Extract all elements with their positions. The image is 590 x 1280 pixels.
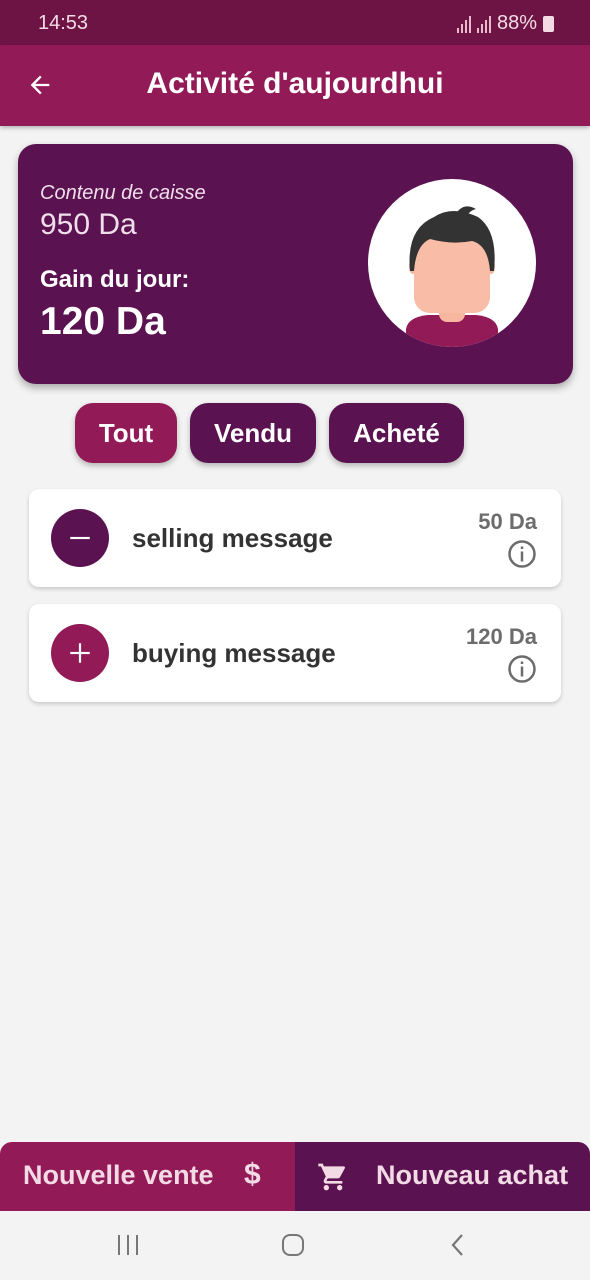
signal-icon (456, 15, 473, 33)
new-sale-label: Nouvelle vente (23, 1160, 214, 1190)
status-time: 14:53 (38, 12, 89, 34)
cash-value: 950 Da (40, 208, 137, 241)
info-icon[interactable] (507, 654, 537, 684)
avatar (368, 179, 536, 347)
filter-bought-button[interactable]: Acheté (329, 403, 464, 463)
chevron-left-icon (451, 1234, 463, 1256)
minus-icon (51, 509, 109, 567)
new-purchase-button[interactable]: Nouveau achat (295, 1142, 590, 1211)
battery-percent: 88% (496, 12, 537, 34)
status-bar: 14:53 88% (0, 0, 590, 45)
list-item[interactable]: selling message 50 Da (29, 489, 561, 587)
back-nav-button[interactable] (438, 1229, 478, 1261)
cart-icon (318, 1163, 346, 1191)
activity-message: buying message (132, 638, 336, 668)
signal-icon (476, 15, 493, 33)
info-icon[interactable] (507, 539, 537, 569)
plus-icon (51, 624, 109, 682)
dollar-icon: $ (244, 1158, 261, 1191)
battery-charging-icon (543, 15, 554, 32)
activity-amount: 50 Da (478, 509, 537, 534)
new-sale-button[interactable]: Nouvelle vente $ (0, 1142, 295, 1211)
new-purchase-label: Nouveau achat (376, 1160, 569, 1190)
home-icon (282, 1234, 304, 1256)
list-item[interactable]: buying message 120 Da (29, 604, 561, 702)
summary-card: Contenu de caisse 950 Da Gain du jour: 1… (18, 144, 573, 384)
filter-sold-button[interactable]: Vendu (190, 403, 316, 463)
system-nav-bar (0, 1211, 590, 1280)
gain-label: Gain du jour: (40, 266, 190, 293)
status-icons: 88% (456, 12, 554, 35)
app-bar: Activité d'aujourdhui (0, 45, 590, 126)
gain-value: 120 Da (40, 300, 166, 343)
bottom-action-bar: Nouvelle vente $ Nouveau achat (0, 1142, 590, 1211)
recent-apps-icon (118, 1235, 138, 1255)
activity-message: selling message (132, 523, 333, 553)
user-avatar-icon (406, 206, 498, 347)
filter-all-button[interactable]: Tout (75, 403, 177, 463)
cash-label: Contenu de caisse (40, 182, 206, 204)
page-title: Activité d'aujourdhui (146, 67, 444, 100)
home-button[interactable] (273, 1229, 313, 1261)
recent-apps-button[interactable] (108, 1229, 148, 1261)
activity-amount: 120 Da (466, 624, 537, 649)
